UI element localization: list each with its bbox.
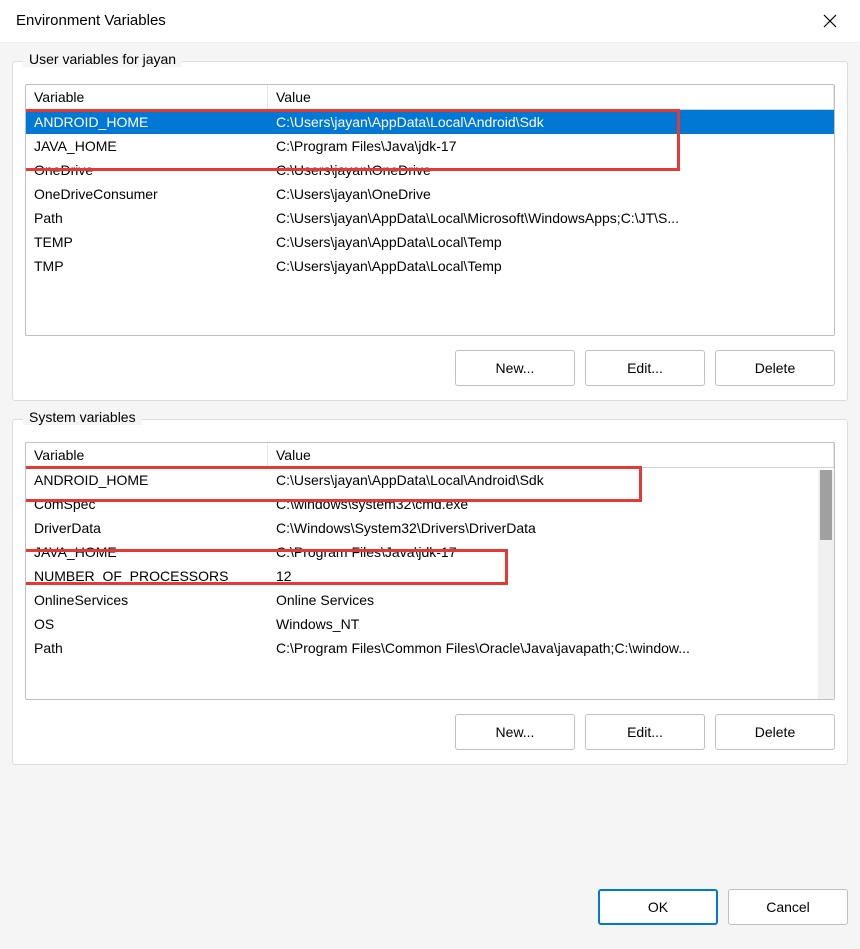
cell-variable: DriverData <box>26 516 268 540</box>
user-delete-button[interactable]: Delete <box>715 350 835 386</box>
cell-variable: ComSpec <box>26 492 268 516</box>
user-variables-list[interactable]: Variable Value ANDROID_HOMEC:\Users\jaya… <box>25 84 835 336</box>
table-row[interactable]: OSWindows_NT <box>26 612 834 636</box>
list-header: Variable Value <box>26 443 834 468</box>
cell-value: C:\Users\jayan\AppData\Local\Temp <box>268 230 834 254</box>
user-edit-button[interactable]: Edit... <box>585 350 705 386</box>
system-variables-list[interactable]: Variable Value ANDROID_HOMEC:\Users\jaya… <box>25 442 835 700</box>
environment-variables-dialog: Environment Variables User variables for… <box>0 0 860 949</box>
user-button-row: New... Edit... Delete <box>25 350 835 386</box>
cell-variable: OneDriveConsumer <box>26 182 268 206</box>
table-row[interactable]: TEMPC:\Users\jayan\AppData\Local\Temp <box>26 230 834 254</box>
cell-value: C:\Windows\System32\Drivers\DriverData <box>268 516 834 540</box>
system-rows: ANDROID_HOMEC:\Users\jayan\AppData\Local… <box>26 468 834 699</box>
table-row[interactable]: JAVA_HOMEC:\Program Files\Java\jdk-17 <box>26 540 834 564</box>
user-variables-group: User variables for jayan Variable Value … <box>12 61 848 401</box>
titlebar: Environment Variables <box>0 0 860 42</box>
table-row[interactable]: TMPC:\Users\jayan\AppData\Local\Temp <box>26 254 834 278</box>
cell-value: C:\Program Files\Common Files\Oracle\Jav… <box>268 636 834 660</box>
list-header: Variable Value <box>26 85 834 110</box>
system-button-row: New... Edit... Delete <box>25 714 835 750</box>
cell-value: C:\Users\jayan\AppData\Local\Microsoft\W… <box>268 206 834 230</box>
column-header-variable[interactable]: Variable <box>26 85 268 109</box>
cell-value: C:\Program Files\Java\jdk-17 <box>268 134 834 158</box>
cell-value: C:\Users\jayan\AppData\Local\Android\Sdk <box>268 110 834 134</box>
cell-variable: OnlineServices <box>26 588 268 612</box>
cell-value: C:\Users\jayan\AppData\Local\Temp <box>268 254 834 278</box>
cell-value: C:\Users\jayan\OneDrive <box>268 158 834 182</box>
table-row[interactable]: PathC:\Program Files\Common Files\Oracle… <box>26 636 834 660</box>
table-row[interactable]: ANDROID_HOMEC:\Users\jayan\AppData\Local… <box>26 468 834 492</box>
cell-value: C:\windows\system32\cmd.exe <box>268 492 834 516</box>
scrollbar-track[interactable] <box>818 470 834 699</box>
cell-value: Online Services <box>268 588 834 612</box>
cell-variable: Path <box>26 206 268 230</box>
system-variables-group-label: System variables <box>23 409 142 425</box>
table-row[interactable]: OneDriveConsumerC:\Users\jayan\OneDrive <box>26 182 834 206</box>
table-row[interactable]: ANDROID_HOMEC:\Users\jayan\AppData\Local… <box>26 110 834 134</box>
dialog-footer: OK Cancel <box>0 883 860 949</box>
system-delete-button[interactable]: Delete <box>715 714 835 750</box>
cell-value: Windows_NT <box>268 612 834 636</box>
user-rows: ANDROID_HOMEC:\Users\jayan\AppData\Local… <box>26 110 834 278</box>
table-row[interactable]: ComSpecC:\windows\system32\cmd.exe <box>26 492 834 516</box>
cell-variable: TMP <box>26 254 268 278</box>
cancel-button[interactable]: Cancel <box>728 889 848 925</box>
cell-value: C:\Program Files\Java\jdk-17 <box>268 540 834 564</box>
user-new-button[interactable]: New... <box>455 350 575 386</box>
system-variables-group: System variables Variable Value ANDROID_… <box>12 419 848 765</box>
cell-variable: TEMP <box>26 230 268 254</box>
cell-variable: JAVA_HOME <box>26 540 268 564</box>
cell-variable: NUMBER_OF_PROCESSORS <box>26 564 268 588</box>
table-row[interactable]: JAVA_HOMEC:\Program Files\Java\jdk-17 <box>26 134 834 158</box>
table-row[interactable]: OneDriveC:\Users\jayan\OneDrive <box>26 158 834 182</box>
column-header-value[interactable]: Value <box>268 443 834 467</box>
cell-value: C:\Users\jayan\OneDrive <box>268 182 834 206</box>
system-new-button[interactable]: New... <box>455 714 575 750</box>
scrollbar-thumb[interactable] <box>820 470 832 540</box>
table-row[interactable]: DriverDataC:\Windows\System32\Drivers\Dr… <box>26 516 834 540</box>
close-icon <box>823 14 837 28</box>
cell-variable: ANDROID_HOME <box>26 468 268 492</box>
cell-variable: OS <box>26 612 268 636</box>
cell-variable: JAVA_HOME <box>26 134 268 158</box>
table-row[interactable]: NUMBER_OF_PROCESSORS12 <box>26 564 834 588</box>
cell-variable: ANDROID_HOME <box>26 110 268 134</box>
system-edit-button[interactable]: Edit... <box>585 714 705 750</box>
cell-value: C:\Users\jayan\AppData\Local\Android\Sdk <box>268 468 834 492</box>
user-variables-group-label: User variables for jayan <box>23 51 182 67</box>
column-header-value[interactable]: Value <box>268 85 834 109</box>
cell-variable: Path <box>26 636 268 660</box>
dialog-title: Environment Variables <box>16 12 166 29</box>
dialog-body: User variables for jayan Variable Value … <box>0 42 860 883</box>
table-row[interactable]: PathC:\Users\jayan\AppData\Local\Microso… <box>26 206 834 230</box>
close-button[interactable] <box>810 6 850 36</box>
ok-button[interactable]: OK <box>598 889 718 925</box>
column-header-variable[interactable]: Variable <box>26 443 268 467</box>
table-row[interactable]: OnlineServicesOnline Services <box>26 588 834 612</box>
cell-variable: OneDrive <box>26 158 268 182</box>
cell-value: 12 <box>268 564 834 588</box>
